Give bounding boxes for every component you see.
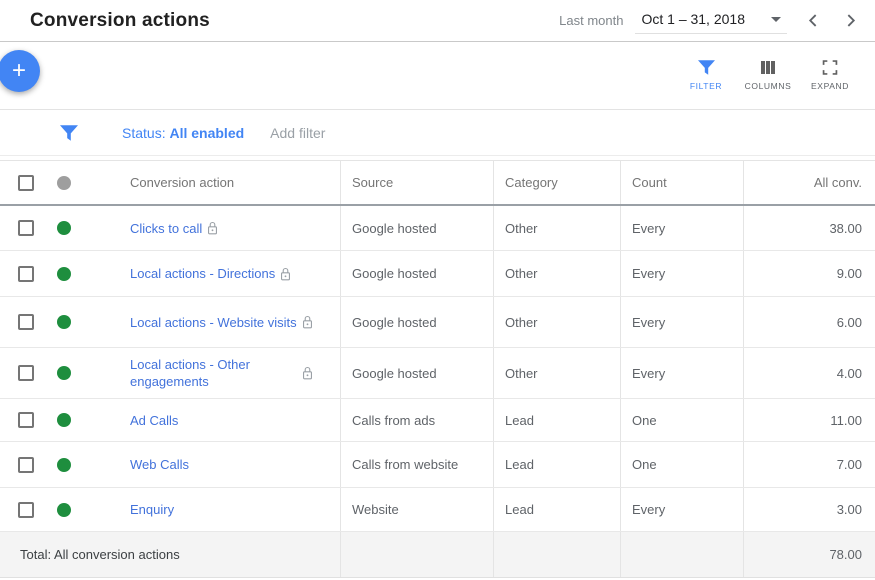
row-checkbox[interactable] [18, 502, 34, 518]
table-row: Local actions - Other engagements Google… [0, 348, 875, 399]
toolbar: + FILTER COLUMNS EXPAND [0, 42, 875, 110]
all-conv-cell: 4.00 [743, 348, 875, 398]
all-conv-cell: 9.00 [743, 251, 875, 296]
count-cell: Every [620, 488, 743, 531]
row-checkbox[interactable] [18, 412, 34, 428]
columns-button[interactable]: COLUMNS [737, 54, 799, 97]
chevron-right-icon [844, 14, 857, 27]
count-cell: Every [620, 251, 743, 296]
total-label: Total: All conversion actions [0, 532, 340, 577]
title-bar: Conversion actions Last month Oct 1 – 31… [0, 0, 875, 42]
next-period-button[interactable] [840, 10, 861, 31]
conversion-action-link[interactable]: Ad Calls [130, 412, 178, 429]
all-conv-cell: 11.00 [743, 399, 875, 441]
expand-button[interactable]: EXPAND [799, 54, 861, 97]
conversion-actions-table: Conversion action Source Category Count … [0, 160, 875, 578]
filter-bar: Status: All enabled Add filter [0, 110, 875, 156]
total-all-conv-value: 78.00 [743, 532, 875, 577]
table-row: Ad Calls Calls from ads Lead One 11.00 [0, 399, 875, 442]
expand-icon [822, 60, 838, 75]
all-conv-cell: 6.00 [743, 297, 875, 347]
all-conv-cell: 38.00 [743, 206, 875, 250]
status-enabled-dot [57, 458, 71, 472]
column-header-all-conv: All conv. [743, 161, 875, 204]
source-cell: Google hosted [340, 297, 493, 347]
status-enabled-dot [57, 366, 71, 380]
table-total-row: Total: All conversion actions 78.00 [0, 532, 875, 578]
count-cell: Every [620, 297, 743, 347]
previous-period-button[interactable] [803, 10, 824, 31]
count-cell: Every [620, 206, 743, 250]
add-conversion-button[interactable]: + [0, 50, 40, 92]
count-cell: One [620, 399, 743, 441]
source-cell: Google hosted [340, 251, 493, 296]
source-cell: Calls from website [340, 442, 493, 487]
conversion-action-link[interactable]: Local actions - Directions [130, 265, 275, 282]
status-enabled-dot [57, 221, 71, 235]
filter-button[interactable]: FILTER [675, 54, 737, 97]
conversion-action-link[interactable]: Enquiry [130, 501, 174, 518]
status-filter-chip[interactable]: Status: All enabled [122, 125, 244, 141]
lock-icon [302, 315, 313, 329]
category-cell: Lead [493, 442, 620, 487]
category-cell: Lead [493, 399, 620, 441]
source-cell: Google hosted [340, 348, 493, 398]
table-row: Enquiry Website Lead Every 3.00 [0, 488, 875, 532]
conversion-action-link[interactable]: Local actions - Other engagements [130, 356, 302, 390]
row-checkbox[interactable] [18, 365, 34, 381]
all-conv-cell: 3.00 [743, 488, 875, 531]
date-range-picker[interactable]: Oct 1 – 31, 2018 [635, 7, 787, 34]
caret-down-icon [771, 17, 781, 22]
table-row: Web Calls Calls from website Lead One 7.… [0, 442, 875, 488]
conversion-action-link[interactable]: Web Calls [130, 456, 189, 473]
lock-icon [302, 366, 313, 380]
all-conv-cell: 7.00 [743, 442, 875, 487]
column-header-source: Source [340, 161, 493, 204]
date-controls: Last month Oct 1 – 31, 2018 [559, 7, 861, 34]
column-header-count: Count [620, 161, 743, 204]
expand-button-label: EXPAND [811, 81, 849, 91]
count-cell: One [620, 442, 743, 487]
column-header-category: Category [493, 161, 620, 204]
table-row: Local actions - Directions Google hosted… [0, 251, 875, 297]
table-header-row: Conversion action Source Category Count … [0, 161, 875, 206]
category-cell: Other [493, 297, 620, 347]
status-enabled-dot [57, 503, 71, 517]
columns-icon [760, 60, 776, 75]
column-header-conversion-action: Conversion action [130, 175, 234, 190]
table-row: Clicks to call Google hosted Other Every… [0, 206, 875, 251]
lock-icon [280, 267, 291, 281]
date-range-label: Last month [559, 13, 623, 28]
chevron-left-icon [807, 14, 820, 27]
select-all-checkbox[interactable] [18, 175, 34, 191]
count-cell: Every [620, 348, 743, 398]
status-enabled-dot [57, 413, 71, 427]
filter-icon [60, 125, 78, 141]
row-checkbox[interactable] [18, 314, 34, 330]
date-range-value: Oct 1 – 31, 2018 [641, 11, 745, 27]
category-cell: Other [493, 206, 620, 250]
category-cell: Other [493, 348, 620, 398]
row-checkbox[interactable] [18, 457, 34, 473]
conversion-action-link[interactable]: Local actions - Website visits [130, 314, 302, 331]
add-filter-button[interactable]: Add filter [270, 125, 325, 141]
status-dot-header-icon [57, 176, 71, 190]
category-cell: Other [493, 251, 620, 296]
columns-button-label: COLUMNS [745, 81, 792, 91]
row-checkbox[interactable] [18, 220, 34, 236]
conversion-action-link[interactable]: Clicks to call [130, 220, 202, 237]
table-row: Local actions - Website visits Google ho… [0, 297, 875, 348]
status-enabled-dot [57, 315, 71, 329]
lock-icon [207, 221, 218, 235]
status-filter-value: All enabled [169, 125, 244, 141]
source-cell: Website [340, 488, 493, 531]
row-checkbox[interactable] [18, 266, 34, 282]
page-title: Conversion actions [30, 10, 210, 32]
category-cell: Lead [493, 488, 620, 531]
status-enabled-dot [57, 267, 71, 281]
source-cell: Calls from ads [340, 399, 493, 441]
filter-icon [698, 60, 715, 75]
source-cell: Google hosted [340, 206, 493, 250]
filter-button-label: FILTER [690, 81, 722, 91]
